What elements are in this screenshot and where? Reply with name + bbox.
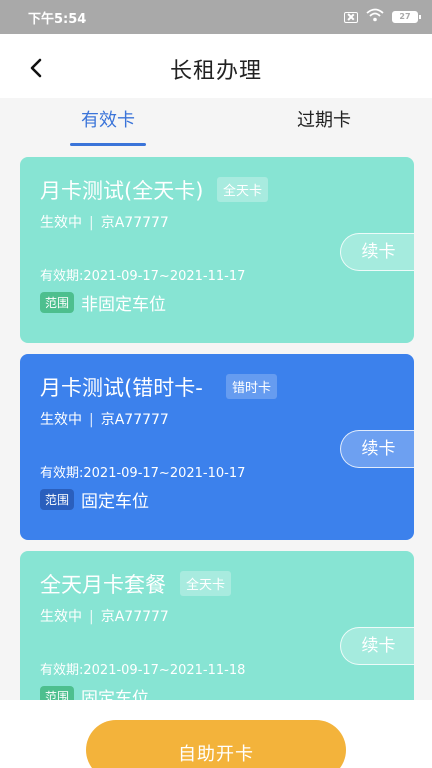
wifi-icon (366, 8, 384, 26)
renew-button[interactable]: 续卡 (340, 233, 414, 271)
card-status: 生效中 (40, 609, 82, 625)
separator: | (89, 215, 94, 231)
status-icons: 27 (344, 8, 421, 26)
card-status: 生效中 (40, 215, 82, 231)
card-name: 全天月卡套餐 (40, 573, 166, 597)
card-status-line: 生效中 | 京A77777 (40, 409, 169, 429)
bottom-area: 自助开卡 (0, 700, 432, 768)
self-open-card-button[interactable]: 自助开卡 (86, 720, 346, 768)
card-item[interactable]: 月卡测试(错时卡- 错时卡 生效中 | 京A77777 续卡 有效期:2021-09… (20, 354, 414, 540)
scope-row: 范围 固定车位 (40, 684, 149, 700)
card-validity: 有效期:2021-09-17~2021-11-17 (40, 269, 246, 284)
separator: | (89, 412, 94, 428)
card-status-line: 生效中 | 京A77777 (40, 212, 169, 232)
tab-expired-cards[interactable]: 过期卡 (216, 98, 432, 148)
status-time: 下午5:54 (28, 11, 87, 27)
card-plate: 京A77777 (100, 609, 169, 625)
scope-text: 固定车位 (81, 689, 150, 700)
card-list[interactable]: 月卡测试(全天卡) 全天卡 生效中 | 京A77777 续卡 有效期:2021-09… (0, 148, 432, 700)
tab-valid-cards[interactable]: 有效卡 (0, 98, 216, 148)
scope-row: 范围 非固定车位 (40, 290, 166, 315)
scope-row: 范围 固定车位 (40, 487, 149, 512)
battery-icon: 27 (392, 11, 421, 23)
card-plate: 京A77777 (100, 215, 169, 231)
card-type-tag: 全天卡 (217, 177, 269, 202)
scope-badge: 范围 (40, 686, 75, 700)
card-status-line: 生效中 | 京A77777 (40, 606, 169, 626)
status-bar: 下午5:54 27 (0, 0, 432, 34)
scope-badge: 范围 (40, 489, 75, 510)
card-status: 生效中 (40, 412, 82, 428)
scope-text: 非固定车位 (81, 295, 167, 315)
scope-text: 固定车位 (81, 492, 150, 512)
card-type-tag: 全天卡 (180, 571, 232, 596)
card-name: 月卡测试(错时卡- (40, 376, 203, 400)
separator: | (89, 609, 94, 625)
renew-button[interactable]: 续卡 (340, 627, 414, 665)
card-name: 月卡测试(全天卡) (40, 179, 204, 203)
page-title: 长租办理 (169, 59, 262, 84)
sim-off-icon (344, 11, 358, 23)
header: 长租办理 (0, 34, 432, 98)
card-validity: 有效期:2021-09-17~2021-11-18 (40, 663, 246, 678)
card-plate: 京A77777 (100, 412, 169, 428)
card-item[interactable]: 全天月卡套餐 全天卡 生效中 | 京A77777 续卡 有效期:2021-09-17… (20, 551, 414, 700)
card-type-tag: 错时卡 (226, 374, 278, 399)
card-item[interactable]: 月卡测试(全天卡) 全天卡 生效中 | 京A77777 续卡 有效期:2021-09… (20, 157, 414, 343)
scope-badge: 范围 (40, 292, 75, 313)
renew-button[interactable]: 续卡 (340, 430, 414, 468)
tab-bar: 有效卡 过期卡 (0, 98, 432, 148)
card-validity: 有效期:2021-09-17~2021-10-17 (40, 466, 246, 481)
